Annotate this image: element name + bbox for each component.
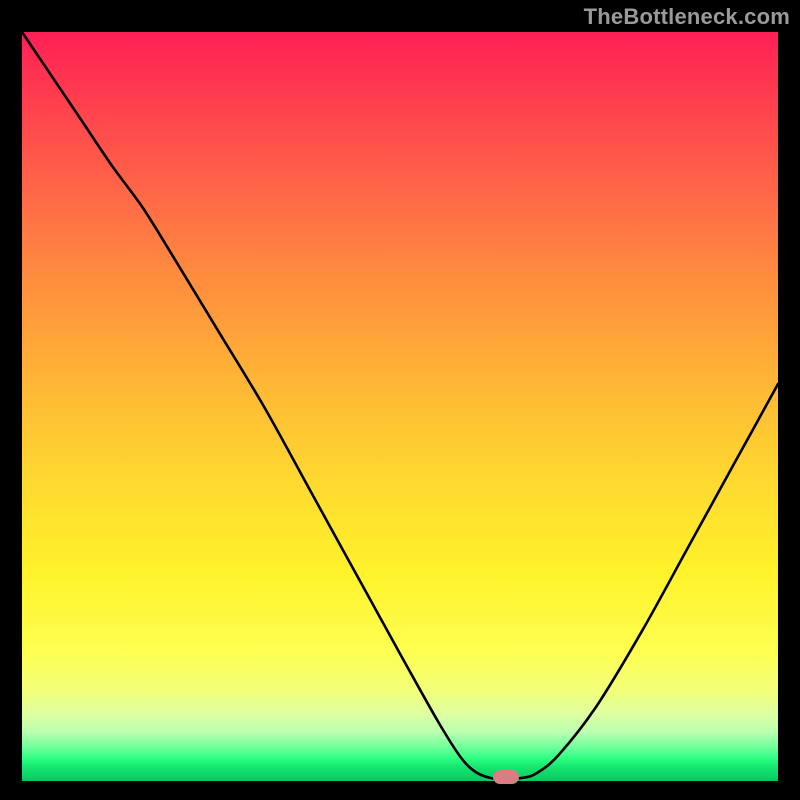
bottleneck-curve [22,32,778,781]
plot-area [22,32,778,781]
curve-path [22,32,778,779]
chart-container: TheBottleneck.com [0,0,800,800]
watermark-text: TheBottleneck.com [584,4,790,30]
optimum-marker [493,770,519,784]
